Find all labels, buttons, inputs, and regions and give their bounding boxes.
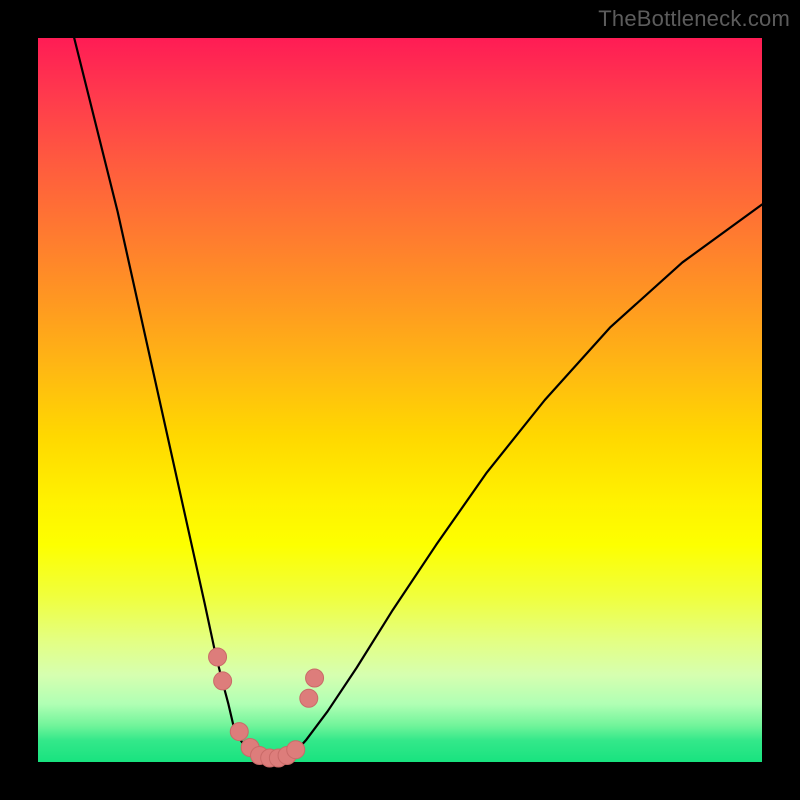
chart-svg [38,38,762,762]
data-marker [300,689,318,707]
data-marker [209,648,227,666]
chart-frame: TheBottleneck.com [0,0,800,800]
bottleneck-curve-path [74,38,762,759]
data-marker [214,672,232,690]
data-marker [287,741,305,759]
watermark-text: TheBottleneck.com [598,6,790,32]
plot-area [38,38,762,762]
data-marker [306,669,324,687]
curve-group [74,38,762,759]
data-marker [230,723,248,741]
marker-group [209,648,324,767]
